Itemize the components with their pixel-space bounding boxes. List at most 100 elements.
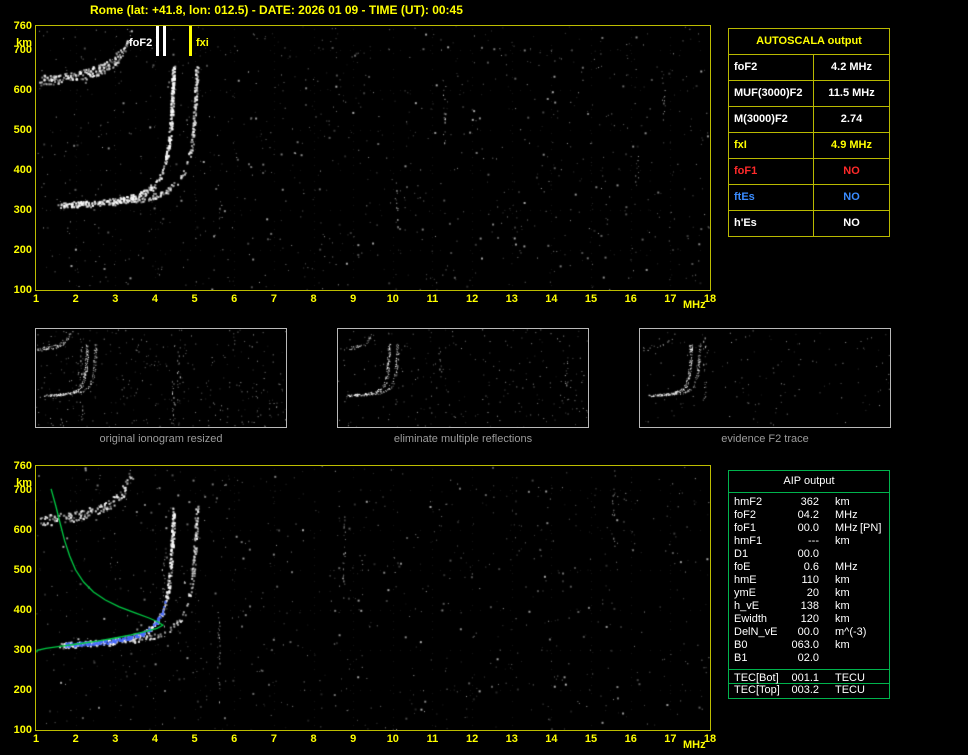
autoscala-param-value: 11.5 MHz bbox=[828, 87, 875, 99]
x-axis-tick-label: 16 bbox=[624, 733, 637, 745]
aip-param-name: foE bbox=[734, 561, 751, 573]
x-axis-tick-label: 1 bbox=[32, 293, 40, 305]
autoscala-row-fof1: foF1 NO bbox=[729, 159, 889, 185]
autoscala-row-h-es: h'Es NO bbox=[729, 211, 889, 236]
aip-param-value: 003.2 bbox=[791, 684, 819, 696]
x-axis-tick-label: 8 bbox=[310, 293, 317, 305]
x-axis-tick-label: 6 bbox=[231, 733, 238, 745]
aip-param-name: Ewidth bbox=[734, 613, 768, 625]
aip-row-b0: B0 063.0 km bbox=[729, 639, 889, 652]
y-axis-tick-label: 200 bbox=[13, 244, 32, 256]
x-axis-tick-label: 7 bbox=[270, 293, 277, 305]
thumbnail-canvas-3 bbox=[640, 329, 890, 427]
x-axis-tick-label: 2 bbox=[72, 293, 79, 305]
aip-row-fof1: foF1 00.0 MHz [PN] bbox=[729, 522, 889, 535]
aip-row-hmf2: hmF2 362 km bbox=[729, 496, 889, 509]
autoscala-param-name: M(3000)F2 bbox=[729, 107, 814, 132]
autoscala-row-fof2: foF2 4.2 MHz bbox=[729, 55, 889, 81]
aip-param-value: 120 bbox=[800, 613, 819, 625]
x-axis-tick-label: 13 bbox=[505, 733, 518, 745]
x-axis-tick-label: 9 bbox=[350, 293, 357, 305]
y-axis-tick-label: 400 bbox=[13, 604, 32, 616]
autoscala-row-fxi: fxI 4.9 MHz bbox=[729, 133, 889, 159]
thumbnail-canvas-2 bbox=[338, 329, 588, 427]
aip-tec-bottom-row: TEC[Bot] 001.1 TECU bbox=[729, 669, 889, 685]
thumbnail-caption-3: evidence F2 trace bbox=[721, 433, 809, 445]
x-axis-tick-label: 4 bbox=[151, 293, 158, 305]
y-axis-tick-label: 500 bbox=[13, 124, 32, 136]
autoscala-param-value: NO bbox=[843, 217, 860, 229]
aip-row-hme: hmE 110 km bbox=[729, 574, 889, 587]
x-axis-tick-label: 7 bbox=[270, 733, 277, 745]
y-axis-tick-label: 100 bbox=[13, 724, 32, 736]
autoscala-row-ftes: ftEs NO bbox=[729, 185, 889, 211]
aip-param-note: [PN] bbox=[860, 522, 882, 534]
aip-param-unit: km bbox=[835, 613, 850, 625]
aip-row-h-ve: h_vE 138 km bbox=[729, 600, 889, 613]
y-axis-tick-label: 200 bbox=[13, 684, 32, 696]
aip-param-name: hmE bbox=[734, 574, 757, 586]
aip-param-value: 04.2 bbox=[797, 509, 819, 521]
aip-param-value: 063.0 bbox=[791, 639, 819, 651]
x-axis-tick-label: 1 bbox=[32, 733, 40, 745]
aip-row-tec-top-: TEC[Top] 003.2 TECU bbox=[729, 684, 889, 697]
y-axis-tick-label: 400 bbox=[13, 164, 32, 176]
autoscala-param-value: NO bbox=[843, 191, 860, 203]
ionogram-plot-bottom bbox=[35, 465, 711, 731]
aip-row-deln-ve: DelN_vE 00.0 m^(-3) bbox=[729, 626, 889, 639]
autoscala-param-name: MUF(3000)F2 bbox=[729, 81, 814, 106]
aip-output-box: AIP output hmF2 362 km foF2 04.2 MHz foF1 00.0 M… bbox=[728, 470, 890, 684]
autoscala-output-table: AUTOSCALA output foF2 4.2 MHz MUF(3000)F2 1… bbox=[728, 28, 890, 237]
aip-param-unit: MHz bbox=[835, 509, 858, 521]
x-axis-tick-label: 12 bbox=[465, 733, 479, 745]
y-axis-unit-label: km bbox=[16, 37, 32, 49]
aip-rows: hmF2 362 km foF2 04.2 MHz foF1 00.0 MHz [PN] hmF1 -… bbox=[729, 493, 889, 665]
aip-param-name: ymE bbox=[734, 587, 756, 599]
x-axis-tick-label: 5 bbox=[191, 733, 198, 745]
autoscala-param-name: foF1 bbox=[729, 159, 814, 184]
aip-param-name: foF2 bbox=[734, 509, 757, 521]
x-axis-unit-label: MHz bbox=[683, 739, 706, 751]
aip-row-hmf1: hmF1 --- km bbox=[729, 535, 889, 548]
autoscala-param-name: foF2 bbox=[729, 55, 814, 80]
x-axis-tick-label: 11 bbox=[426, 293, 439, 305]
aip-row-foe: foE 0.6 MHz bbox=[729, 561, 889, 574]
aip-param-unit: m^(-3) bbox=[835, 626, 867, 638]
y-axis-tick-label: 600 bbox=[13, 524, 32, 536]
aip-param-value: 20 bbox=[806, 587, 819, 599]
thumbnail-caption-1: original ionogram resized bbox=[99, 433, 223, 445]
aip-param-unit: km bbox=[835, 639, 850, 651]
y-axis-tick-label: 700 bbox=[13, 44, 32, 56]
y-axis-tick-label: 300 bbox=[13, 644, 32, 656]
aip-param-name: h_vE bbox=[734, 600, 760, 612]
aip-row-b1: B1 02.0 bbox=[729, 652, 889, 665]
aip-param-name: hmF1 bbox=[734, 535, 763, 547]
x-axis-tick-label: 12 bbox=[465, 293, 479, 305]
aip-param-name: hmF2 bbox=[734, 496, 763, 508]
aip-row-fof2: foF2 04.2 MHz bbox=[729, 509, 889, 522]
aip-row-d1: D1 00.0 bbox=[729, 548, 889, 561]
x-axis-tick-label: 10 bbox=[386, 733, 399, 745]
x-axis-tick-label: 15 bbox=[584, 733, 598, 745]
thumbnail-caption-2: eliminate multiple reflections bbox=[393, 433, 533, 445]
x-axis-tick-label: 16 bbox=[624, 293, 637, 305]
autoscala-param-name: fxI bbox=[729, 133, 814, 158]
autoscala-param-name: ftEs bbox=[729, 185, 814, 210]
x-axis-tick-label: 17 bbox=[664, 733, 677, 745]
x-axis-tick-label: 18 bbox=[703, 733, 717, 745]
x-axis-tick-label: 14 bbox=[545, 293, 558, 305]
thumbnail-canvas-1 bbox=[36, 329, 286, 427]
aip-param-unit: km bbox=[835, 600, 850, 612]
aip-param-value: --- bbox=[808, 535, 819, 547]
autoscala-screen: Rome (lat: +41.8, lon: 012.5) - DATE: 20… bbox=[0, 0, 968, 755]
aip-param-value: 138 bbox=[800, 600, 819, 612]
ionogram-plot-top: foF2 fxi bbox=[35, 25, 711, 291]
y-axis-unit-label: km bbox=[16, 477, 32, 489]
autoscala-param-value: NO bbox=[843, 165, 860, 177]
y-axis-tick-label: 100 bbox=[13, 284, 32, 296]
aip-param-value: 00.0 bbox=[797, 522, 819, 534]
y-axis-tick-label: 600 bbox=[13, 84, 32, 96]
autoscala-param-value: 4.2 MHz bbox=[831, 61, 872, 73]
autoscala-param-value: 4.9 MHz bbox=[831, 139, 872, 151]
fxi-marker-line bbox=[189, 26, 192, 56]
